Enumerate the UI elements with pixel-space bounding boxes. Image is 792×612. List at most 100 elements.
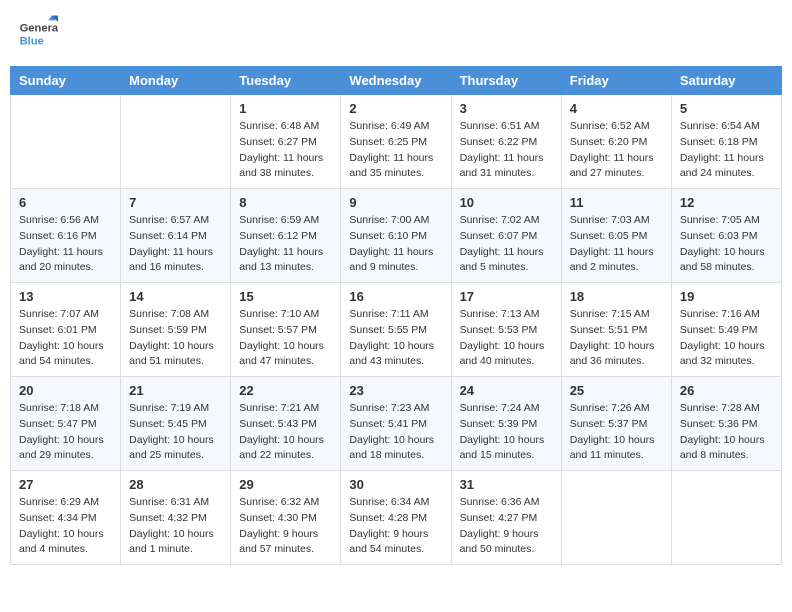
- day-info: Sunrise: 7:19 AMSunset: 5:45 PMDaylight:…: [129, 401, 222, 464]
- weekday-header-saturday: Saturday: [671, 67, 781, 95]
- day-info: Sunrise: 6:32 AMSunset: 4:30 PMDaylight:…: [239, 495, 332, 558]
- calendar-cell: 5 Sunrise: 6:54 AMSunset: 6:18 PMDaylight…: [671, 95, 781, 189]
- logo-icon: General Blue: [18, 14, 58, 54]
- week-row-1: 1Sunrise: 6:48 AMSunset: 6:27 PMDaylight…: [11, 95, 782, 189]
- day-number: 20: [19, 383, 112, 398]
- logo: General Blue: [18, 14, 58, 54]
- day-number: 15: [239, 289, 332, 304]
- day-number: 31: [460, 477, 553, 492]
- calendar-cell: 4 Sunrise: 6:52 AMSunset: 6:20 PMDaylight…: [561, 95, 671, 189]
- weekday-header-tuesday: Tuesday: [231, 67, 341, 95]
- calendar-cell: 16 Sunrise: 7:11 AMSunset: 5:55 PMDayligh…: [341, 283, 451, 377]
- day-number: 5: [680, 101, 773, 116]
- day-number: 22: [239, 383, 332, 398]
- calendar-cell: [671, 471, 781, 565]
- day-info: Sunrise: 6:36 AMSunset: 4:27 PMDaylight:…: [460, 495, 553, 558]
- weekday-header-row: SundayMondayTuesdayWednesdayThursdayFrid…: [11, 67, 782, 95]
- day-number: 19: [680, 289, 773, 304]
- day-number: 23: [349, 383, 442, 398]
- day-number: 26: [680, 383, 773, 398]
- day-number: 12: [680, 195, 773, 210]
- day-info: Sunrise: 6:51 AMSunset: 6:22 PMDaylight:…: [460, 119, 553, 182]
- calendar-cell: 25 Sunrise: 7:26 AMSunset: 5:37 PMDayligh…: [561, 377, 671, 471]
- calendar-table: SundayMondayTuesdayWednesdayThursdayFrid…: [10, 66, 782, 565]
- calendar-cell: 3Sunrise: 6:51 AMSunset: 6:22 PMDaylight…: [451, 95, 561, 189]
- weekday-header-thursday: Thursday: [451, 67, 561, 95]
- day-info: Sunrise: 7:03 AMSunset: 6:05 PMDaylight:…: [570, 213, 663, 276]
- calendar-cell: 28Sunrise: 6:31 AMSunset: 4:32 PMDayligh…: [121, 471, 231, 565]
- day-number: 25: [570, 383, 663, 398]
- day-number: 18: [570, 289, 663, 304]
- calendar-cell: 27 Sunrise: 6:29 AMSunset: 4:34 PMDayligh…: [11, 471, 121, 565]
- week-row-3: 13 Sunrise: 7:07 AMSunset: 6:01 PMDayligh…: [11, 283, 782, 377]
- svg-text:General: General: [20, 23, 58, 35]
- day-info: Sunrise: 7:24 AMSunset: 5:39 PMDaylight:…: [460, 401, 553, 464]
- day-info: Sunrise: 6:34 AMSunset: 4:28 PMDaylight:…: [349, 495, 442, 558]
- day-info: Sunrise: 7:21 AMSunset: 5:43 PMDaylight:…: [239, 401, 332, 464]
- calendar-cell: [561, 471, 671, 565]
- svg-text:Blue: Blue: [20, 35, 44, 47]
- calendar-cell: 19 Sunrise: 7:16 AMSunset: 5:49 PMDayligh…: [671, 283, 781, 377]
- calendar-cell: 18 Sunrise: 7:15 AMSunset: 5:51 PMDayligh…: [561, 283, 671, 377]
- day-number: 6: [19, 195, 112, 210]
- day-info: Sunrise: 7:00 AMSunset: 6:10 PMDaylight:…: [349, 213, 442, 276]
- day-number: 9: [349, 195, 442, 210]
- day-info: Sunrise: 6:56 AMSunset: 6:16 PMDaylight:…: [19, 213, 112, 276]
- day-info: Sunrise: 7:23 AMSunset: 5:41 PMDaylight:…: [349, 401, 442, 464]
- day-info: Sunrise: 7:18 AMSunset: 5:47 PMDaylight:…: [19, 401, 112, 464]
- day-info: Sunrise: 6:54 AMSunset: 6:18 PMDaylight:…: [680, 119, 773, 182]
- day-number: 24: [460, 383, 553, 398]
- day-number: 27: [19, 477, 112, 492]
- calendar-cell: 21 Sunrise: 7:19 AMSunset: 5:45 PMDayligh…: [121, 377, 231, 471]
- day-info: Sunrise: 6:59 AMSunset: 6:12 PMDaylight:…: [239, 213, 332, 276]
- page-header: General Blue: [10, 10, 782, 58]
- calendar-cell: 24 Sunrise: 7:24 AMSunset: 5:39 PMDayligh…: [451, 377, 561, 471]
- day-info: Sunrise: 7:15 AMSunset: 5:51 PMDaylight:…: [570, 307, 663, 370]
- day-info: Sunrise: 7:05 AMSunset: 6:03 PMDaylight:…: [680, 213, 773, 276]
- day-info: Sunrise: 7:28 AMSunset: 5:36 PMDaylight:…: [680, 401, 773, 464]
- day-number: 11: [570, 195, 663, 210]
- day-number: 8: [239, 195, 332, 210]
- day-number: 10: [460, 195, 553, 210]
- calendar-cell: 22 Sunrise: 7:21 AMSunset: 5:43 PMDayligh…: [231, 377, 341, 471]
- day-info: Sunrise: 7:13 AMSunset: 5:53 PMDaylight:…: [460, 307, 553, 370]
- day-info: Sunrise: 7:16 AMSunset: 5:49 PMDaylight:…: [680, 307, 773, 370]
- day-number: 2: [349, 101, 442, 116]
- day-info: Sunrise: 7:02 AMSunset: 6:07 PMDaylight:…: [460, 213, 553, 276]
- day-info: Sunrise: 6:52 AMSunset: 6:20 PMDaylight:…: [570, 119, 663, 182]
- day-info: Sunrise: 7:07 AMSunset: 6:01 PMDaylight:…: [19, 307, 112, 370]
- day-info: Sunrise: 7:10 AMSunset: 5:57 PMDaylight:…: [239, 307, 332, 370]
- day-info: Sunrise: 6:57 AMSunset: 6:14 PMDaylight:…: [129, 213, 222, 276]
- week-row-4: 20 Sunrise: 7:18 AMSunset: 5:47 PMDayligh…: [11, 377, 782, 471]
- day-info: Sunrise: 7:26 AMSunset: 5:37 PMDaylight:…: [570, 401, 663, 464]
- calendar-cell: 2 Sunrise: 6:49 AMSunset: 6:25 PMDaylight…: [341, 95, 451, 189]
- day-number: 14: [129, 289, 222, 304]
- weekday-header-wednesday: Wednesday: [341, 67, 451, 95]
- calendar-cell: 14 Sunrise: 7:08 AMSunset: 5:59 PMDayligh…: [121, 283, 231, 377]
- day-number: 4: [570, 101, 663, 116]
- calendar-cell: 17 Sunrise: 7:13 AMSunset: 5:53 PMDayligh…: [451, 283, 561, 377]
- day-number: 21: [129, 383, 222, 398]
- calendar-cell: 11 Sunrise: 7:03 AMSunset: 6:05 PMDayligh…: [561, 189, 671, 283]
- day-info: Sunrise: 6:29 AMSunset: 4:34 PMDaylight:…: [19, 495, 112, 558]
- day-number: 29: [239, 477, 332, 492]
- day-number: 16: [349, 289, 442, 304]
- day-number: 13: [19, 289, 112, 304]
- day-info: Sunrise: 7:11 AMSunset: 5:55 PMDaylight:…: [349, 307, 442, 370]
- calendar-cell: 26 Sunrise: 7:28 AMSunset: 5:36 PMDayligh…: [671, 377, 781, 471]
- day-info: Sunrise: 6:49 AMSunset: 6:25 PMDaylight:…: [349, 119, 442, 182]
- calendar-cell: 9 Sunrise: 7:00 AMSunset: 6:10 PMDaylight…: [341, 189, 451, 283]
- day-info: Sunrise: 6:31 AMSunset: 4:32 PMDaylight:…: [129, 495, 222, 558]
- calendar-cell: 12 Sunrise: 7:05 AMSunset: 6:03 PMDayligh…: [671, 189, 781, 283]
- calendar-cell: 31 Sunrise: 6:36 AMSunset: 4:27 PMDayligh…: [451, 471, 561, 565]
- day-info: Sunrise: 7:08 AMSunset: 5:59 PMDaylight:…: [129, 307, 222, 370]
- weekday-header-monday: Monday: [121, 67, 231, 95]
- day-number: 17: [460, 289, 553, 304]
- calendar-cell: 23 Sunrise: 7:23 AMSunset: 5:41 PMDayligh…: [341, 377, 451, 471]
- weekday-header-friday: Friday: [561, 67, 671, 95]
- calendar-cell: 15 Sunrise: 7:10 AMSunset: 5:57 PMDayligh…: [231, 283, 341, 377]
- week-row-2: 6 Sunrise: 6:56 AMSunset: 6:16 PMDaylight…: [11, 189, 782, 283]
- day-number: 30: [349, 477, 442, 492]
- day-info: Sunrise: 6:48 AMSunset: 6:27 PMDaylight:…: [239, 119, 332, 182]
- calendar-cell: 1Sunrise: 6:48 AMSunset: 6:27 PMDaylight…: [231, 95, 341, 189]
